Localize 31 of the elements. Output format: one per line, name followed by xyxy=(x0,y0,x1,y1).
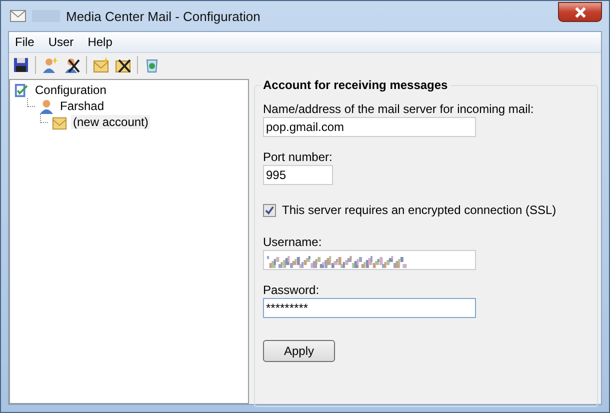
field-label: Password: xyxy=(263,283,320,297)
config-icon xyxy=(14,82,29,98)
window-title: Media Center Mail - Configuration xyxy=(66,8,260,24)
tree-item[interactable]: Configuration xyxy=(33,83,108,97)
remove-user-icon[interactable] xyxy=(64,57,80,73)
server-field[interactable]: pop.gmail.com xyxy=(263,117,476,137)
menu-item[interactable]: Help xyxy=(88,35,112,49)
add-user-icon[interactable] xyxy=(42,57,58,73)
field-label: Name/address of the mail server for incoming mail: xyxy=(263,102,534,116)
menu-item[interactable]: User xyxy=(48,35,74,49)
apply-button[interactable]: Apply xyxy=(263,340,335,362)
field-label: Port number: xyxy=(263,150,332,164)
port-field[interactable]: 995 xyxy=(263,165,333,185)
delete-envelope-icon[interactable] xyxy=(115,57,131,73)
close-button[interactable] xyxy=(558,2,602,22)
group-title: Account for receiving messages xyxy=(260,78,451,92)
menu-item[interactable]: File xyxy=(15,35,34,49)
mail-icon xyxy=(10,10,26,22)
close-icon xyxy=(574,6,586,18)
recycle-bin-icon[interactable] xyxy=(144,57,160,73)
user-icon xyxy=(39,98,54,114)
tree-item[interactable]: Farshad xyxy=(58,99,106,113)
password-field[interactable]: ********* xyxy=(263,298,476,318)
tree-item[interactable]: (new account) xyxy=(71,115,150,129)
username-field[interactable] xyxy=(263,250,476,270)
field-label: Username: xyxy=(263,235,322,249)
envelope-folder-icon[interactable] xyxy=(93,57,109,73)
checkbox[interactable] xyxy=(263,204,276,216)
checkbox-label: This server requires an encrypted connection (SSL) xyxy=(282,203,556,217)
envelope-folder-icon xyxy=(52,114,67,130)
save-icon[interactable] xyxy=(13,57,29,73)
